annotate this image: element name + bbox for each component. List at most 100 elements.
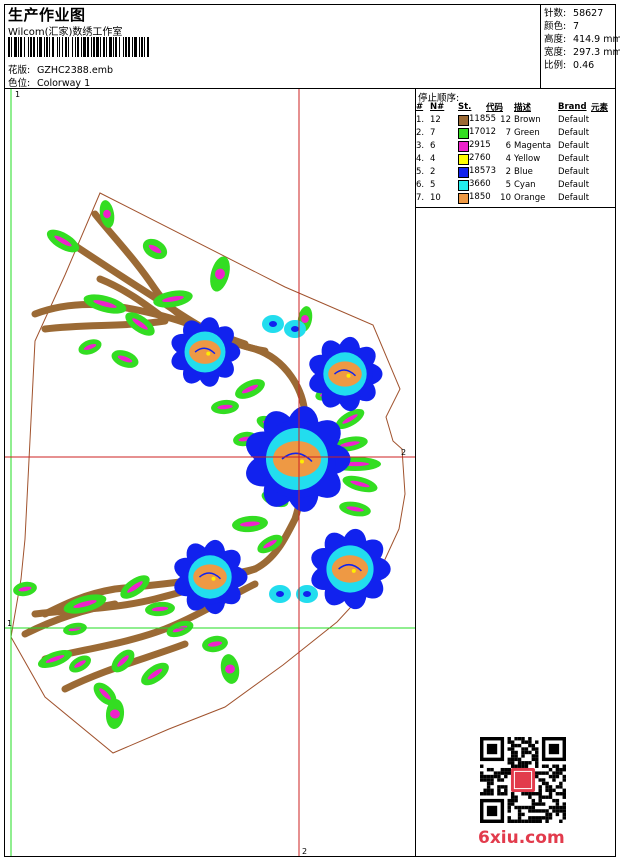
- qr-module: [531, 816, 536, 820]
- qr-module: [490, 774, 494, 779]
- qr-module: [559, 809, 563, 813]
- qr-module: [555, 771, 560, 775]
- qr-module: [545, 771, 549, 775]
- qr-module: [521, 754, 525, 758]
- qr-module: [545, 764, 549, 768]
- barcode-bar: [128, 37, 130, 57]
- row-stitches: 2760: [469, 152, 491, 163]
- watermark-logo: 6xiu.com: [478, 828, 565, 848]
- barcode-bar: [132, 37, 133, 57]
- qr-module: [555, 764, 560, 768]
- stat-height-label: 高度:: [544, 34, 567, 45]
- qr-module: [493, 771, 498, 775]
- qr-module: [486, 778, 491, 782]
- color-row: 1. 12 11855 12 Brown Default: [416, 113, 616, 126]
- row-index: 6.: [416, 179, 425, 190]
- qr-module: [559, 771, 563, 775]
- qr-module: [524, 740, 529, 744]
- barcode-bar: [28, 37, 29, 57]
- flower-center-shape: [193, 564, 227, 590]
- row-brand: Default: [558, 166, 590, 177]
- qr-module: [562, 774, 566, 779]
- qr-module: [552, 764, 556, 768]
- qr-module: [483, 778, 487, 782]
- table-header-row: # N# St. 代码 描述 Brand 元素: [416, 101, 616, 113]
- qr-module: [517, 761, 522, 765]
- qr-finder: [548, 743, 560, 755]
- qr-module: [517, 737, 522, 741]
- color-row: 2. 7 17012 7 Green Default: [416, 126, 616, 139]
- barcode-bar: [96, 37, 99, 57]
- qr-module: [528, 809, 532, 813]
- row-brand: Default: [558, 127, 590, 138]
- row-stitches: 1850: [469, 191, 491, 202]
- qr-module: [528, 750, 532, 755]
- row-needle: 4: [430, 153, 436, 164]
- barcode-bar: [141, 37, 143, 57]
- stat-colors: 颜色: 7: [544, 18, 579, 32]
- qr-module: [486, 767, 491, 772]
- flower-center-shape: [189, 340, 221, 364]
- qr-module: [541, 816, 546, 820]
- qr-module: [507, 767, 511, 772]
- qr-module: [517, 805, 522, 810]
- qr-module: [552, 805, 556, 810]
- qr-module: [552, 809, 556, 813]
- qr-module: [562, 778, 566, 782]
- qr-module: [524, 819, 529, 823]
- row-desc: Yellow: [514, 153, 541, 164]
- row-needle: 5: [430, 179, 436, 190]
- row-desc: Orange: [514, 192, 546, 203]
- qr-module: [535, 750, 539, 755]
- barcode-bar: [20, 37, 22, 57]
- stat-colors-label: 颜色:: [544, 21, 567, 32]
- barcode-bar: [72, 37, 73, 57]
- qr-module: [538, 795, 542, 799]
- qr-module: [510, 761, 515, 765]
- qr-module: [541, 764, 546, 768]
- bud-center-shape: [269, 321, 277, 327]
- qr-module: [555, 785, 560, 789]
- qr-module: [528, 819, 532, 823]
- barcode-bar: [125, 37, 127, 57]
- qr-module: [541, 781, 546, 786]
- colorway-label: 色位:: [8, 78, 31, 89]
- barcode-bar: [109, 37, 112, 57]
- qr-module: [538, 771, 542, 775]
- barcode-bar: [18, 37, 19, 57]
- qr-module: [514, 805, 518, 810]
- qr-module: [507, 740, 511, 744]
- flower-dot-shape: [211, 576, 216, 581]
- qr-module: [514, 754, 518, 758]
- qr-module: [545, 812, 549, 817]
- barcode-bar: [52, 37, 54, 57]
- row-stitches-cell: 11855: [458, 113, 496, 126]
- col-header-index: #: [416, 102, 424, 112]
- colorway-line: 色位: Colorway 1: [8, 75, 90, 89]
- barcode-bar: [119, 37, 120, 57]
- flower-center-shape: [331, 555, 369, 583]
- color-swatch: [458, 140, 469, 152]
- qr-module: [514, 757, 518, 762]
- qr-module: [507, 761, 511, 765]
- qr-module: [538, 778, 542, 782]
- qr-module: [500, 767, 505, 772]
- qr-module: [507, 798, 511, 803]
- row-needle: 2: [430, 166, 436, 177]
- row-element: [591, 191, 616, 204]
- row-index: 2.: [416, 127, 425, 138]
- qr-module: [480, 778, 484, 782]
- qr-module: [552, 771, 556, 775]
- qr-module: [517, 816, 522, 820]
- barcode-bar: [91, 37, 92, 57]
- col-header-needle: N#: [430, 102, 445, 112]
- flower-dot-shape: [300, 459, 304, 464]
- col-header-desc: 描述: [514, 103, 532, 113]
- qr-module: [541, 795, 546, 799]
- qr-module: [535, 764, 539, 768]
- qr-module: [507, 737, 511, 741]
- qr-module: [528, 743, 532, 748]
- qr-module: [497, 792, 501, 796]
- pattern-line: 花版: GZHC2388.emb: [8, 62, 113, 76]
- qr-module: [538, 816, 542, 820]
